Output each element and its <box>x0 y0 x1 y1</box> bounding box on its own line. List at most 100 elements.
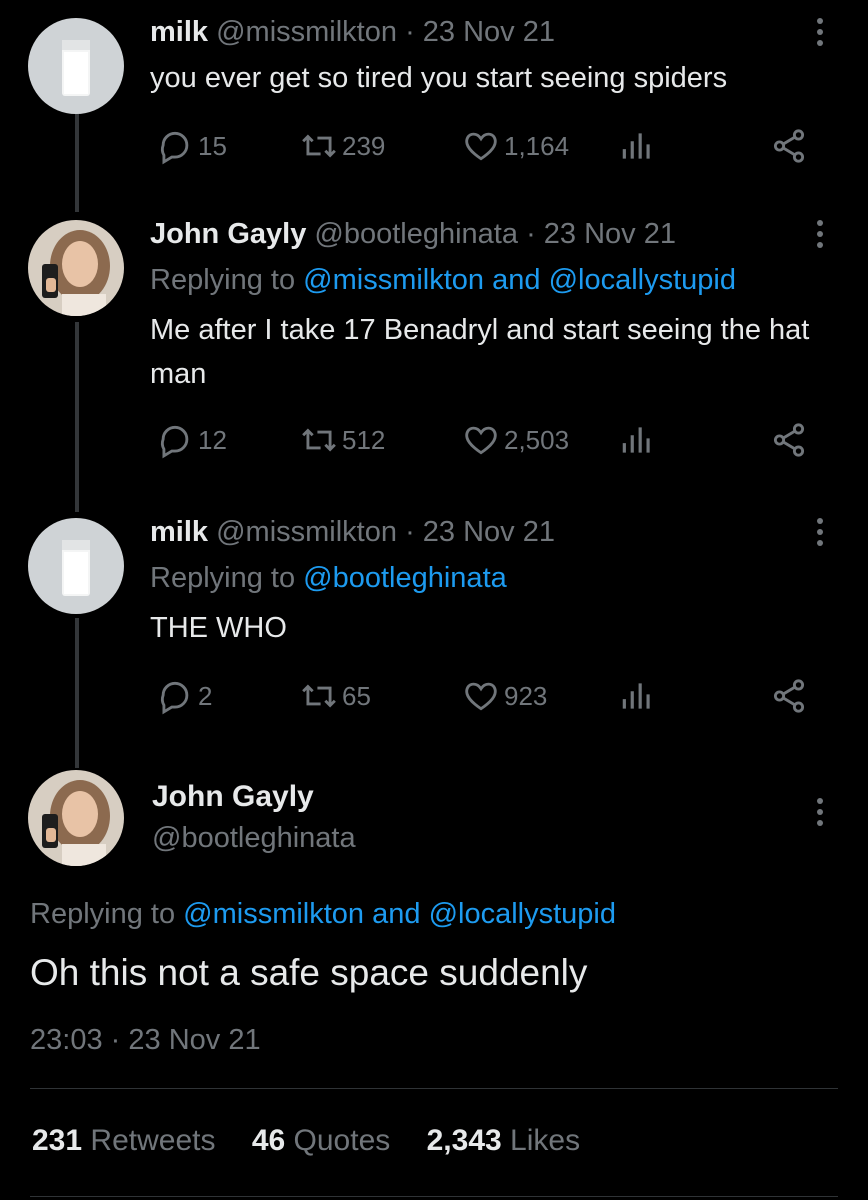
like-button[interactable]: 923 <box>462 676 547 716</box>
share-icon <box>773 129 805 163</box>
reply-mention-link[interactable]: @missmilkton <box>303 264 484 296</box>
separator: · <box>405 16 415 48</box>
more-icon[interactable] <box>808 214 832 254</box>
divider <box>30 1088 838 1089</box>
views-button[interactable] <box>618 420 660 460</box>
tweet-date[interactable]: 23 Nov 21 <box>423 16 555 48</box>
reply-icon <box>160 425 189 459</box>
retweet-button[interactable]: 239 <box>300 126 385 166</box>
reply-button[interactable]: 15 <box>156 126 227 166</box>
share-icon <box>773 423 805 457</box>
separator: · <box>110 1024 121 1056</box>
avatar[interactable] <box>28 770 124 866</box>
likes-count[interactable]: 2,343 <box>427 1124 502 1157</box>
tweet-header: John Gayly @bootleghinata · 23 Nov 21 <box>150 216 676 252</box>
main-tweet-text: Oh this not a safe space suddenly <box>30 952 588 993</box>
retweet-icon <box>302 428 336 452</box>
retweet-button[interactable]: 65 <box>300 676 371 716</box>
reply-count: 15 <box>198 130 227 161</box>
tweet-timestamp: 23:03 · 23 Nov 21 <box>30 1024 261 1057</box>
tweet-time[interactable]: 23:03 <box>30 1024 103 1056</box>
reply-mention-link[interactable]: @locallystupid <box>429 898 616 930</box>
like-count: 923 <box>504 680 548 711</box>
avatar[interactable] <box>28 18 124 114</box>
more-icon[interactable] <box>808 12 832 52</box>
retweet-button[interactable]: 512 <box>300 420 385 460</box>
tweet-text: you ever get so tired you start seeing s… <box>150 62 728 94</box>
share-button[interactable] <box>770 126 812 166</box>
reply-count: 12 <box>198 424 227 455</box>
retweet-icon <box>302 134 336 158</box>
like-button[interactable]: 2,503 <box>462 420 569 460</box>
tweet-text: THE WHO <box>150 612 287 644</box>
tweet-header: milk @missmilkton · 23 Nov 21 <box>150 514 555 550</box>
reply-mention-link[interactable]: @locallystupid <box>549 264 736 296</box>
replying-label: Replying to <box>150 264 296 296</box>
display-name[interactable]: milk <box>150 516 208 548</box>
tweet-header: milk @missmilkton · 23 Nov 21 <box>150 14 555 50</box>
reply-mention-link[interactable]: @bootleghinata <box>303 562 507 594</box>
retweet-count: 239 <box>342 130 386 161</box>
reply-count: 2 <box>198 680 213 711</box>
retweet-count: 65 <box>342 680 371 711</box>
separator: · <box>405 516 415 548</box>
reply-and[interactable]: and <box>372 898 420 930</box>
like-count: 1,164 <box>504 130 570 161</box>
display-name[interactable]: milk <box>150 16 208 48</box>
like-button[interactable]: 1,164 <box>462 126 569 166</box>
replying-to: Replying to @bootleghinata <box>150 560 507 596</box>
retweet-icon <box>302 684 336 708</box>
handle[interactable]: @missmilkton <box>216 16 397 48</box>
share-icon <box>773 679 805 713</box>
like-icon <box>465 132 497 161</box>
replying-label: Replying to <box>150 562 296 594</box>
like-count: 2,503 <box>504 424 570 455</box>
tweet-date[interactable]: 23 Nov 21 <box>544 218 676 250</box>
tweet-actions: 15 239 1,164 <box>150 126 810 166</box>
handle[interactable]: @missmilkton <box>216 516 397 548</box>
tweet-date[interactable]: 23 Nov 21 <box>423 516 555 548</box>
replying-to: Replying to @missmilkton and @locallystu… <box>30 896 616 932</box>
replying-to: Replying to @missmilkton and @locallystu… <box>150 262 736 298</box>
separator: · <box>526 218 536 250</box>
like-icon <box>465 426 497 455</box>
avatar[interactable] <box>28 220 124 316</box>
reply-button[interactable]: 12 <box>156 420 227 460</box>
reply-icon <box>160 681 189 715</box>
display-name[interactable]: John Gayly <box>152 780 314 814</box>
quotes-label[interactable]: Quotes <box>294 1124 391 1157</box>
tweet-actions: 2 65 923 <box>150 676 810 716</box>
display-name[interactable]: John Gayly <box>150 218 306 250</box>
engagement-stats: 231 Retweets 46 Quotes 2,343 Likes <box>32 1124 608 1158</box>
divider <box>30 1196 838 1197</box>
thread-line <box>75 112 79 212</box>
thread-line <box>75 322 79 512</box>
thread-line <box>75 618 79 768</box>
handle[interactable]: @bootleghinata <box>152 822 356 855</box>
handle[interactable]: @bootleghinata <box>314 218 518 250</box>
reply-mention-link[interactable]: @missmilkton <box>183 898 364 930</box>
likes-label[interactable]: Likes <box>510 1124 580 1157</box>
more-icon[interactable] <box>808 792 832 832</box>
tweet-actions: 12 512 2,503 <box>150 420 810 460</box>
views-icon <box>622 683 650 709</box>
more-icon[interactable] <box>808 512 832 552</box>
avatar[interactable] <box>28 518 124 614</box>
replying-label: Replying to <box>30 898 176 930</box>
like-icon <box>465 682 497 711</box>
retweets-count[interactable]: 231 <box>32 1124 82 1157</box>
tweet-text: Me after I take 17 Benadryl and start se… <box>150 314 810 390</box>
tweet-date[interactable]: 23 Nov 21 <box>128 1024 260 1056</box>
views-button[interactable] <box>618 676 660 716</box>
retweets-label[interactable]: Retweets <box>90 1124 215 1157</box>
views-button[interactable] <box>618 126 660 166</box>
share-button[interactable] <box>770 420 812 460</box>
quotes-count[interactable]: 46 <box>252 1124 285 1157</box>
share-button[interactable] <box>770 676 812 716</box>
retweet-count: 512 <box>342 424 386 455</box>
reply-button[interactable]: 2 <box>156 676 212 716</box>
reply-icon <box>160 131 189 165</box>
reply-and[interactable]: and <box>492 264 540 296</box>
views-icon <box>622 427 650 453</box>
views-icon <box>622 133 650 159</box>
